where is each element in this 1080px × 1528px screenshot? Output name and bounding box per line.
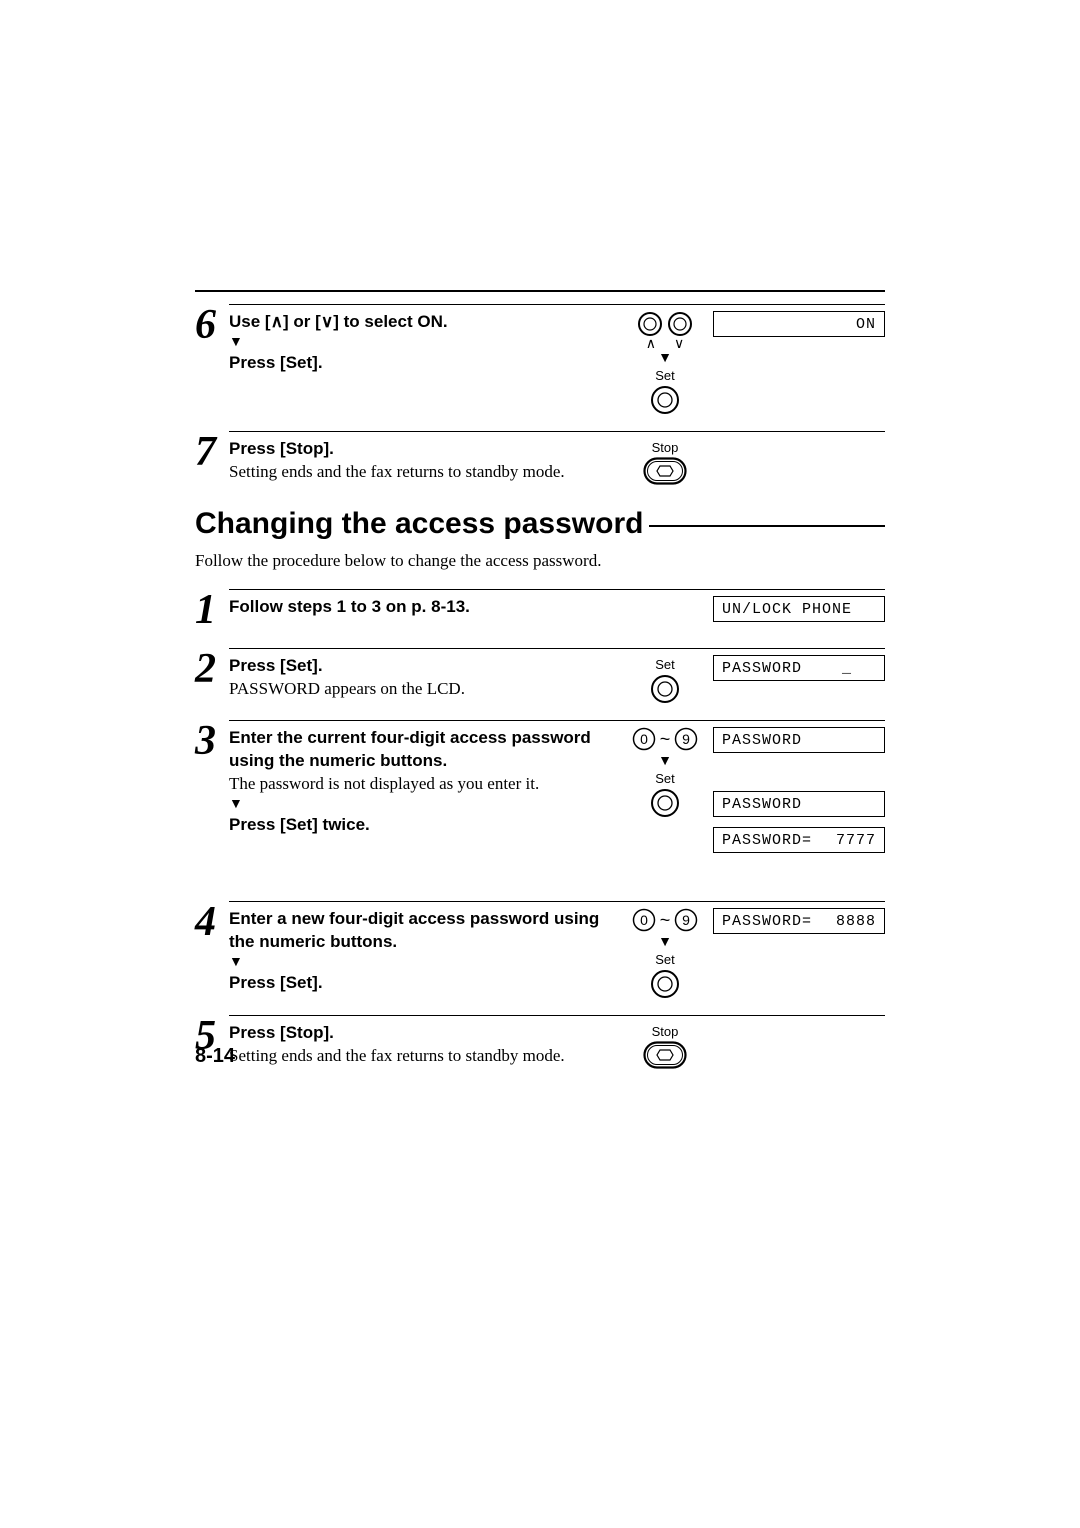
step-5: 5 Press [Stop]. Setting ends and the fax… xyxy=(195,1011,885,1069)
step-2: 2 Press [Set]. PASSWORD appears on the L… xyxy=(195,644,885,704)
step-4-press-set: Press [Set]. xyxy=(229,972,611,995)
down-arrow-indicator: ▼ xyxy=(658,352,672,366)
lcd-display: PASSWORD= 8888 xyxy=(713,908,885,934)
lcd-text-right: 8888 xyxy=(836,913,876,930)
svg-text:0: 0 xyxy=(640,731,648,747)
step-3-press-set-twice: Press [Set] twice. xyxy=(229,814,611,837)
digit-nine-icon: 9 xyxy=(674,727,698,751)
down-glyph-small: ∨ xyxy=(674,335,684,352)
set-button-icon xyxy=(650,788,680,818)
lcd-text: UN/LOCK PHONE xyxy=(722,601,852,618)
lcd-text-right: 7777 xyxy=(836,832,876,849)
step-2-press-set: Press [Set]. xyxy=(229,655,611,678)
step-number: 3 xyxy=(195,720,229,762)
down-arrow-indicator: ▼ xyxy=(229,798,611,812)
step-7: 7 Press [Stop]. Setting ends and the fax… xyxy=(195,427,885,485)
step-6-instruction: Use [∧] or [∨] to select ON. xyxy=(229,311,611,334)
tilde: ~ xyxy=(660,910,671,931)
step-5-note: Setting ends and the fax returns to stan… xyxy=(229,1045,611,1068)
up-glyph-small: ∧ xyxy=(646,335,656,352)
set-button-icon xyxy=(650,674,680,704)
set-button-icon xyxy=(650,385,680,415)
down-glyph: ∨ xyxy=(321,312,333,331)
text: ] or [ xyxy=(283,312,321,331)
lcd-display: PASSWORD xyxy=(713,791,885,817)
step-6: 6 Use [∧] or [∨] to select ON. ▼ Press [… xyxy=(195,300,885,415)
tilde: ~ xyxy=(660,729,671,750)
stop-label: Stop xyxy=(652,440,679,455)
svg-text:9: 9 xyxy=(682,912,690,928)
set-label: Set xyxy=(655,368,675,383)
lcd-display: PASSWORD xyxy=(713,727,885,753)
lcd-text: PASSWORD _ xyxy=(722,660,852,677)
arrow-row: ∧ ∨ xyxy=(646,335,685,352)
step-3-instruction: Enter the current four-digit access pass… xyxy=(229,727,611,773)
digit-zero-icon: 0 xyxy=(632,908,656,932)
svg-text:0: 0 xyxy=(640,912,648,928)
step-4: 4 Enter a new four-digit access password… xyxy=(195,897,885,999)
set-label: Set xyxy=(655,657,675,672)
text: Use [ xyxy=(229,312,271,331)
step-3: 3 Enter the current four-digit access pa… xyxy=(195,716,885,863)
step-3-note: The password is not displayed as you ent… xyxy=(229,773,611,796)
lcd-display: PASSWORD _ xyxy=(713,655,885,681)
lcd-text: PASSWORD xyxy=(722,796,802,813)
step-1-instruction: Follow steps 1 to 3 on p. 8-13. xyxy=(229,596,611,619)
nav-button-down-icon xyxy=(667,311,693,337)
lcd-display: UN/LOCK PHONE xyxy=(713,596,885,622)
section-title-row: Changing the access password xyxy=(195,507,885,541)
set-label: Set xyxy=(655,952,675,967)
lcd-text: PASSWORD xyxy=(722,732,802,749)
page-number: 8-14 xyxy=(195,1045,235,1068)
numeric-range: 0 ~ 9 xyxy=(632,727,699,751)
step-7-note: Setting ends and the fax returns to stan… xyxy=(229,461,611,484)
lcd-display: PASSWORD= 7777 xyxy=(713,827,885,853)
set-label: Set xyxy=(655,771,675,786)
section-intro: Follow the procedure below to change the… xyxy=(195,551,885,571)
step-2-note: PASSWORD appears on the LCD. xyxy=(229,678,611,701)
page: 6 Use [∧] or [∨] to select ON. ▼ Press [… xyxy=(0,0,1080,1528)
svg-text:9: 9 xyxy=(682,731,690,747)
step-7-press-stop: Press [Stop]. xyxy=(229,438,611,461)
up-glyph: ∧ xyxy=(271,312,283,331)
step-5-press-stop: Press [Stop]. xyxy=(229,1022,611,1045)
section-title: Changing the access password xyxy=(195,507,643,541)
down-arrow-indicator: ▼ xyxy=(658,936,672,950)
title-underline xyxy=(649,525,885,527)
stop-label: Stop xyxy=(652,1024,679,1039)
step-number: 1 xyxy=(195,589,229,631)
step-number: 6 xyxy=(195,304,229,346)
set-button-icon xyxy=(650,969,680,999)
lcd-display: ON xyxy=(713,311,885,337)
top-rule xyxy=(195,290,885,292)
step-number: 4 xyxy=(195,901,229,943)
digit-zero-icon: 0 xyxy=(632,727,656,751)
step-1: 1 Follow steps 1 to 3 on p. 8-13. UN/LOC… xyxy=(195,585,885,632)
digit-nine-icon: 9 xyxy=(674,908,698,932)
text: ] to select ON. xyxy=(333,312,447,331)
numeric-range: 0 ~ 9 xyxy=(632,908,699,932)
down-arrow-indicator: ▼ xyxy=(229,336,611,350)
lcd-text-left: PASSWORD= xyxy=(722,913,812,930)
lcd-text-left: PASSWORD= xyxy=(722,832,812,849)
step-4-instruction: Enter a new four-digit access password u… xyxy=(229,908,611,954)
stop-button-icon xyxy=(643,1041,687,1069)
nav-button-up-icon xyxy=(637,311,663,337)
step-6-press-set: Press [Set]. xyxy=(229,352,611,375)
stop-button-icon xyxy=(643,457,687,485)
step-number: 2 xyxy=(195,648,229,690)
step-number: 7 xyxy=(195,431,229,473)
down-arrow-indicator: ▼ xyxy=(658,755,672,769)
lcd-text: ON xyxy=(856,316,876,333)
nav-button-pair xyxy=(637,311,693,337)
down-arrow-indicator: ▼ xyxy=(229,956,611,970)
